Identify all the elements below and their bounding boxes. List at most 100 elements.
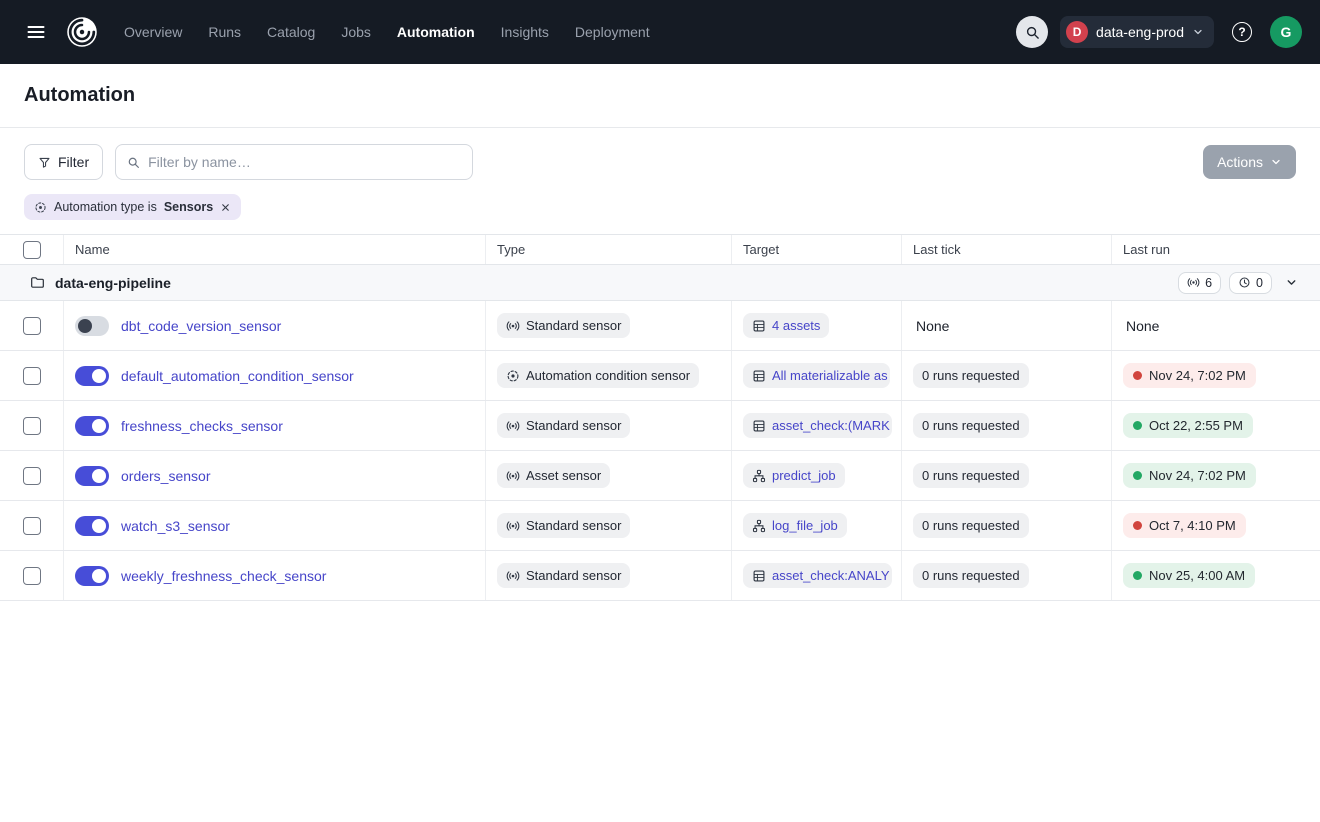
sensor-toggle[interactable] xyxy=(75,366,109,386)
sensor-toggle[interactable] xyxy=(75,466,109,486)
actions-button-label: Actions xyxy=(1217,154,1263,170)
sensor-name-link[interactable]: default_automation_condition_sensor xyxy=(121,368,354,384)
filter-chip-prefix: Automation type is xyxy=(54,200,157,214)
sensor-name-link[interactable]: watch_s3_sensor xyxy=(121,518,230,534)
row-checkbox[interactable] xyxy=(23,367,41,385)
hamburger-menu-button[interactable] xyxy=(18,14,54,50)
last-run-badge[interactable]: Nov 25, 4:00 AM xyxy=(1123,563,1255,588)
last-run-badge[interactable]: Oct 7, 4:10 PM xyxy=(1123,513,1246,538)
sensor-icon xyxy=(1187,276,1200,289)
last-tick-badge: 0 runs requested xyxy=(913,513,1029,538)
select-all-checkbox[interactable] xyxy=(23,241,41,259)
sensor-name-link[interactable]: freshness_checks_sensor xyxy=(121,418,283,434)
deployment-switcher[interactable]: D data-eng-prod xyxy=(1060,16,1214,48)
row-checkbox[interactable] xyxy=(23,567,41,585)
sensor-icon xyxy=(506,319,520,333)
help-button[interactable] xyxy=(1226,16,1258,48)
last-run-badge[interactable]: Nov 24, 7:02 PM xyxy=(1123,463,1256,488)
target-link[interactable]: log_file_job xyxy=(743,513,847,538)
column-header-target: Target xyxy=(732,235,902,264)
nav-item-runs[interactable]: Runs xyxy=(208,24,241,40)
nav-item-automation[interactable]: Automation xyxy=(397,24,475,40)
row-checkbox[interactable] xyxy=(23,417,41,435)
asset-icon xyxy=(752,569,766,583)
target-link[interactable]: All materializable as xyxy=(743,363,890,388)
chevron-down-icon xyxy=(1192,26,1204,38)
sensor-icon xyxy=(506,469,520,483)
last-tick-badge: 0 runs requested xyxy=(913,413,1029,438)
clock-icon xyxy=(1238,276,1251,289)
success-status-dot xyxy=(1133,471,1142,480)
sensor-icon xyxy=(506,419,520,433)
name-filter-box xyxy=(115,144,473,180)
table-header: Name Type Target Last tick Last run xyxy=(0,234,1320,265)
global-search-button[interactable] xyxy=(1016,16,1048,48)
row-checkbox[interactable] xyxy=(23,517,41,535)
sensor-toggle[interactable] xyxy=(75,416,109,436)
last-tick-value: None xyxy=(913,318,949,334)
last-tick-badge: 0 runs requested xyxy=(913,363,1029,388)
table-row: watch_s3_sensor Standard sensor log_file… xyxy=(0,501,1320,551)
sensor-type-badge: Standard sensor xyxy=(497,313,630,338)
nav-item-deployment[interactable]: Deployment xyxy=(575,24,650,40)
table-row: orders_sensor Asset sensor predict_job 0… xyxy=(0,451,1320,501)
success-status-dot xyxy=(1133,421,1142,430)
sensor-name-link[interactable]: orders_sensor xyxy=(121,468,211,484)
asset-icon xyxy=(752,419,766,433)
row-checkbox[interactable] xyxy=(23,467,41,485)
dagster-logo[interactable] xyxy=(62,12,102,52)
sensor-icon xyxy=(506,569,520,583)
remove-filter-button[interactable] xyxy=(220,202,231,213)
sensors-table: Name Type Target Last tick Last run data… xyxy=(0,234,1320,601)
column-header-last-run: Last run xyxy=(1112,235,1320,264)
name-filter-input[interactable] xyxy=(148,154,461,170)
sensor-type-badge: Standard sensor xyxy=(497,413,630,438)
main-nav: Overview Runs Catalog Jobs Automation In… xyxy=(124,24,650,40)
last-run-value: None xyxy=(1123,318,1159,334)
filter-button[interactable]: Filter xyxy=(24,144,103,180)
last-tick-badge: 0 runs requested xyxy=(913,463,1029,488)
failure-status-dot xyxy=(1133,521,1142,530)
last-run-badge[interactable]: Nov 24, 7:02 PM xyxy=(1123,363,1256,388)
table-row: freshness_checks_sensor Standard sensor … xyxy=(0,401,1320,451)
actions-button[interactable]: Actions xyxy=(1203,145,1296,179)
table-row: dbt_code_version_sensor Standard sensor … xyxy=(0,301,1320,351)
row-checkbox[interactable] xyxy=(23,317,41,335)
nav-item-overview[interactable]: Overview xyxy=(124,24,182,40)
sensor-toggle[interactable] xyxy=(75,516,109,536)
help-icon xyxy=(1232,22,1252,42)
sensor-name-link[interactable]: weekly_freshness_check_sensor xyxy=(121,568,326,584)
last-tick-badge: 0 runs requested xyxy=(913,563,1029,588)
sensor-toggle[interactable] xyxy=(75,316,109,336)
sensor-type-badge: Standard sensor xyxy=(497,563,630,588)
target-link[interactable]: predict_job xyxy=(743,463,845,488)
nav-item-insights[interactable]: Insights xyxy=(501,24,549,40)
code-location-group-row: data-eng-pipeline 6 0 xyxy=(0,265,1320,301)
last-run-badge[interactable]: Oct 22, 2:55 PM xyxy=(1123,413,1253,438)
schedule-count-badge: 0 xyxy=(1229,272,1272,294)
nav-item-jobs[interactable]: Jobs xyxy=(341,24,371,40)
user-avatar[interactable]: G xyxy=(1270,16,1302,48)
column-header-name: Name xyxy=(64,235,486,264)
filter-button-label: Filter xyxy=(58,154,89,170)
chevron-down-icon xyxy=(1285,276,1298,289)
deployment-avatar: D xyxy=(1066,21,1088,43)
target-link[interactable]: asset_check:ANALY xyxy=(743,563,892,588)
target-link[interactable]: 4 assets xyxy=(743,313,829,338)
automation-condition-icon xyxy=(506,369,520,383)
asset-icon xyxy=(752,369,766,383)
nav-item-catalog[interactable]: Catalog xyxy=(267,24,315,40)
sensor-type-badge: Standard sensor xyxy=(497,513,630,538)
asset-icon xyxy=(752,319,766,333)
filter-chip-automation-type: Automation type is Sensors xyxy=(24,194,241,220)
close-icon xyxy=(220,202,231,213)
sensor-name-link[interactable]: dbt_code_version_sensor xyxy=(121,318,281,334)
sensor-icon xyxy=(506,519,520,533)
sensor-type-badge: Automation condition sensor xyxy=(497,363,699,388)
filter-chip-value: Sensors xyxy=(164,200,213,214)
sensor-toggle[interactable] xyxy=(75,566,109,586)
group-collapse-button[interactable] xyxy=(1280,272,1302,294)
target-link[interactable]: asset_check:(MARK xyxy=(743,413,892,438)
dagster-logo-icon xyxy=(63,13,101,51)
applied-filters-row: Automation type is Sensors xyxy=(0,194,1320,234)
